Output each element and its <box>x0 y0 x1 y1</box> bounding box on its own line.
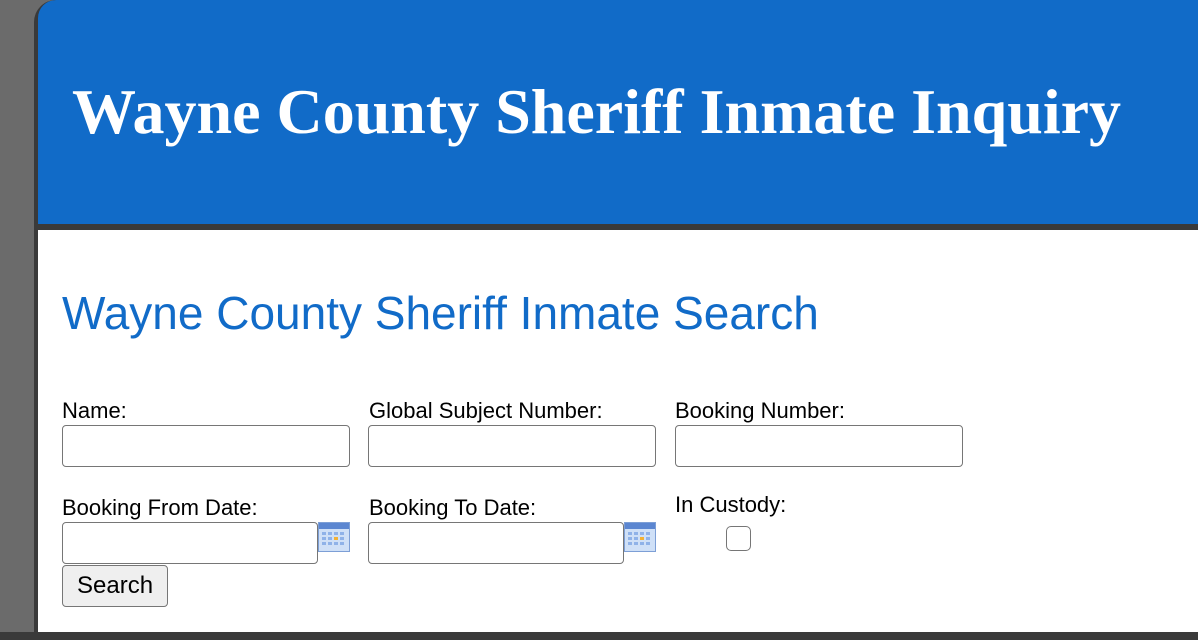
booking-number-label: Booking Number: <box>675 398 845 423</box>
in-custody-checkbox[interactable] <box>726 526 751 551</box>
page-frame: Wayne County Sheriff Inmate Inquiry Wayn… <box>34 0 1198 640</box>
name-input[interactable] <box>62 425 350 467</box>
booking-to-date-label: Booking To Date: <box>369 495 537 520</box>
calendar-icon[interactable] <box>624 522 656 552</box>
site-title: Wayne County Sheriff Inmate Inquiry <box>72 76 1121 147</box>
booking-from-date-label: Booking From Date: <box>62 495 258 520</box>
search-button[interactable]: Search <box>62 565 169 607</box>
booking-to-date-input[interactable] <box>368 522 624 564</box>
global-subject-number-input[interactable] <box>368 425 656 467</box>
booking-from-date-input[interactable] <box>62 522 318 564</box>
name-label: Name: <box>62 398 127 423</box>
bottom-divider <box>0 632 1198 640</box>
calendar-icon[interactable] <box>318 522 350 552</box>
booking-number-input[interactable] <box>675 425 963 467</box>
in-custody-label: In Custody: <box>675 492 787 517</box>
header-banner: Wayne County Sheriff Inmate Inquiry <box>38 0 1198 224</box>
page-title: Wayne County Sheriff Inmate Search <box>62 287 819 339</box>
global-subject-number-label: Global Subject Number: <box>369 398 603 423</box>
search-panel: Wayne County Sheriff Inmate Search Name:… <box>38 230 1198 632</box>
